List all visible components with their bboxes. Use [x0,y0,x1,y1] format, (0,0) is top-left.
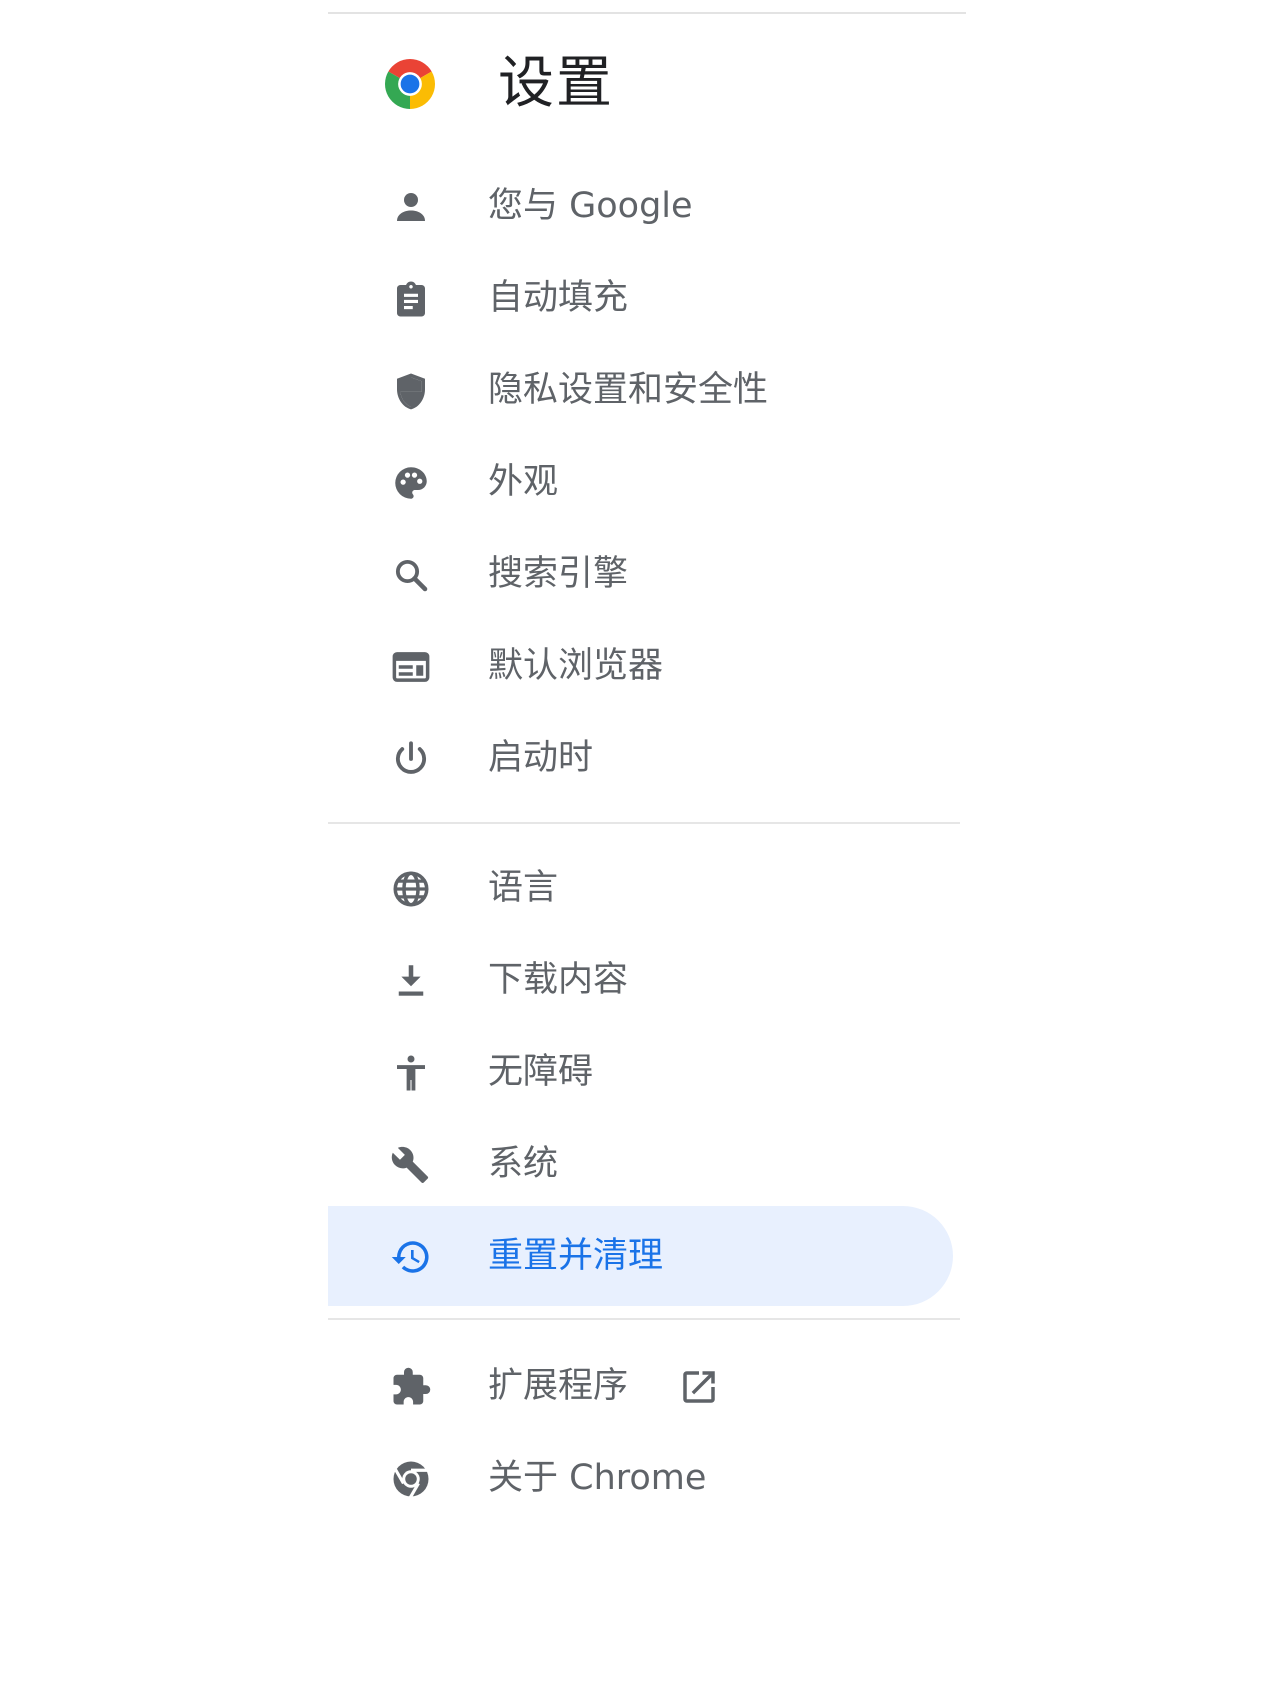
sidebar-item-system[interactable]: 系统 [328,1114,953,1214]
sidebar-item-label: 系统 [488,1144,559,1184]
sidebar-item-extensions[interactable]: 扩展程序 [328,1336,953,1436]
sidebar-item-label: 自动填充 [488,278,629,318]
sidebar-item-label: 关于 Chrome [488,1458,707,1498]
browser-window-icon [390,646,432,688]
search-icon [390,554,432,596]
sidebar-item-label: 默认浏览器 [488,646,664,686]
palette-icon [390,462,432,504]
section-divider [328,1318,960,1320]
puzzle-icon [390,1366,432,1408]
sidebar-item-label: 启动时 [488,738,594,778]
sidebar-item-privacy-security[interactable]: 隐私设置和安全性 [328,340,953,440]
power-icon [390,738,432,780]
page-title: 设置 [498,51,614,116]
restore-history-icon [390,1236,432,1278]
sidebar-item-label: 隐私设置和安全性 [488,370,769,410]
person-icon [390,186,432,228]
settings-sidebar: 设置 您与 Google 自动填充 隐私设置和安全性 外观 搜索引擎 默认浏览器… [328,0,968,1706]
clipboard-icon [390,278,432,320]
sidebar-item-label: 下载内容 [488,960,629,1000]
shield-icon [390,370,432,412]
chrome-logo-icon [380,54,440,114]
open-in-new-icon[interactable] [678,1366,720,1408]
sidebar-item-label: 无障碍 [488,1052,594,1092]
sidebar-item-label: 扩展程序 [488,1366,629,1406]
section-divider [328,822,960,824]
settings-header: 设置 [328,42,968,132]
download-icon [390,960,432,1002]
sidebar-item-about-chrome[interactable]: 关于 Chrome [328,1428,953,1528]
sidebar-item-reset-and-clean[interactable]: 重置并清理 [328,1206,953,1306]
accessibility-icon [390,1052,432,1094]
sidebar-item-accessibility[interactable]: 无障碍 [328,1022,953,1122]
sidebar-item-label: 搜索引擎 [488,554,629,594]
wrench-icon [390,1144,432,1186]
sidebar-item-search-engine[interactable]: 搜索引擎 [328,524,953,624]
sidebar-item-default-browser[interactable]: 默认浏览器 [328,616,953,716]
sidebar-item-label: 您与 Google [488,186,693,226]
sidebar-item-appearance[interactable]: 外观 [328,432,953,532]
sidebar-item-languages[interactable]: 语言 [328,838,953,938]
sidebar-item-autofill[interactable]: 自动填充 [328,248,953,348]
sidebar-item-label: 外观 [488,462,559,502]
sidebar-item-downloads[interactable]: 下载内容 [328,930,953,1030]
sidebar-item-you-and-google[interactable]: 您与 Google [328,156,953,256]
top-divider [328,12,966,14]
sidebar-item-label: 重置并清理 [488,1236,664,1276]
sidebar-item-label: 语言 [488,868,559,908]
globe-icon [390,868,432,910]
sidebar-item-on-startup[interactable]: 启动时 [328,708,953,808]
chrome-outline-icon [390,1458,432,1500]
